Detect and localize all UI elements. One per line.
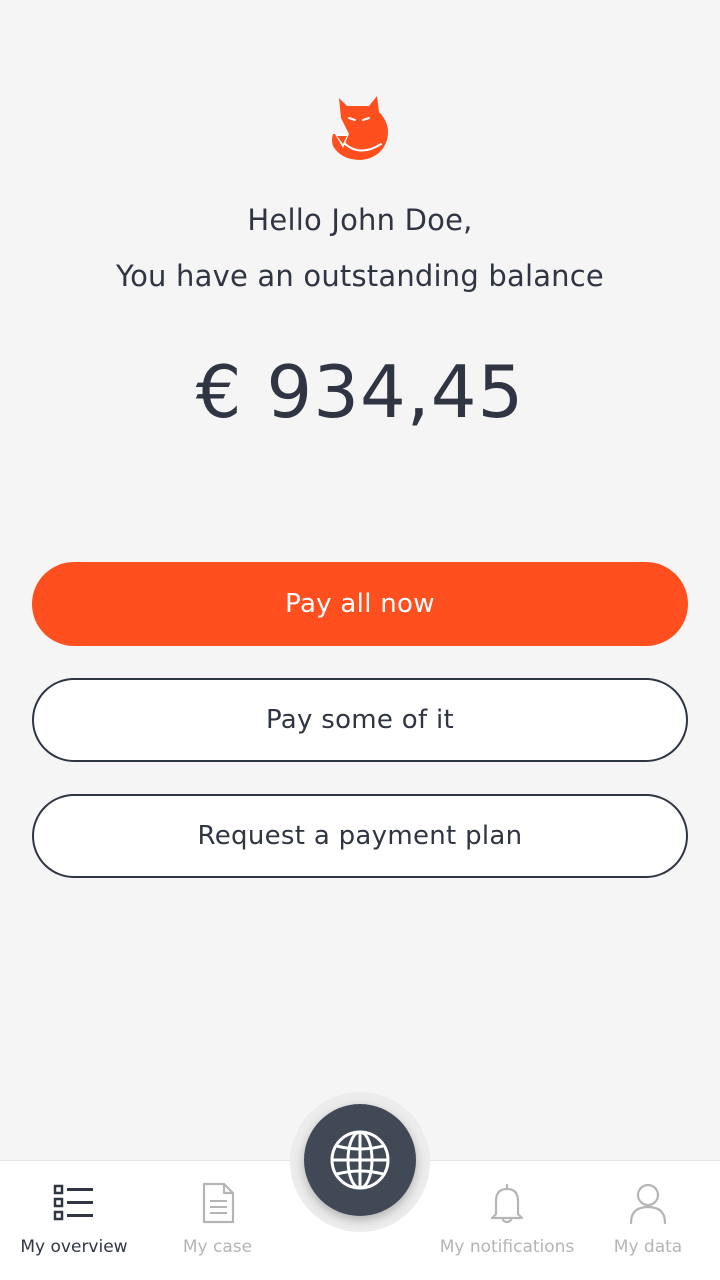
balance-message: You have an outstanding balance [116, 259, 604, 293]
user-icon [629, 1183, 667, 1225]
greeting-line: Hello John Doe, [247, 203, 473, 237]
payment-plan-button[interactable]: Request a payment plan [32, 794, 688, 878]
nav-item-my-case[interactable]: My case [160, 1161, 275, 1280]
fox-logo-icon [332, 96, 388, 160]
pay-all-button[interactable]: Pay all now [32, 562, 688, 646]
nav-label: My overview [20, 1237, 128, 1257]
balance-amount: € 934,45 [195, 350, 525, 434]
nav-item-my-overview[interactable]: My overview [10, 1161, 138, 1280]
nav-label: My notifications [439, 1237, 575, 1257]
pay-some-button[interactable]: Pay some of it [32, 678, 688, 762]
nav-label: My case [182, 1237, 253, 1257]
app-screen: Hello John Doe, You have an outstanding … [0, 0, 720, 1280]
globe-button[interactable] [304, 1104, 416, 1216]
list-icon [53, 1184, 93, 1221]
nav-label: My data [613, 1237, 683, 1257]
globe-icon [330, 1130, 390, 1190]
nav-item-my-data[interactable]: My data [600, 1161, 696, 1280]
nav-item-my-notifications[interactable]: My notifications [432, 1161, 582, 1280]
document-icon [202, 1182, 234, 1224]
bell-icon [490, 1183, 524, 1224]
